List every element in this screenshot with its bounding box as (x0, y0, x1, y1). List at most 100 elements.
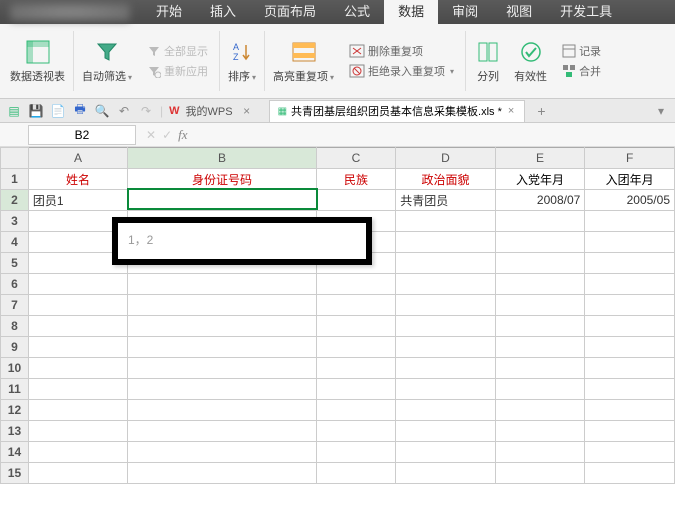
print-icon[interactable]: 🖶 (72, 103, 88, 119)
cell-C1[interactable]: 民族 (316, 169, 395, 190)
tab-view[interactable]: 视图 (492, 0, 546, 24)
cell-F9[interactable] (585, 337, 675, 358)
save-icon[interactable]: 💾 (28, 103, 44, 119)
tab-list-icon[interactable]: ▾ (653, 103, 669, 119)
document-tab[interactable]: ▦ 共青团基层组织团员基本信息采集模板.xls * × (269, 100, 526, 122)
cell-F3[interactable] (585, 211, 675, 232)
col-header-A[interactable]: A (28, 148, 127, 169)
cell-D1[interactable]: 政治面貌 (396, 169, 495, 190)
autofilter-button[interactable]: 自动筛选 (78, 38, 136, 84)
record-button[interactable]: 记录 (559, 42, 604, 60)
cell-F12[interactable] (585, 400, 675, 421)
row-header-4[interactable]: 4 (1, 232, 29, 253)
row-header-1[interactable]: 1 (1, 169, 29, 190)
cell-D10[interactable] (396, 358, 495, 379)
cell-A12[interactable] (28, 400, 127, 421)
showall-button[interactable]: 全部显示 (144, 42, 211, 60)
my-wps-button[interactable]: 我的WPS (186, 103, 233, 119)
spreadsheet-grid[interactable]: A B C D E F 1 姓名 身份证号码 民族 政治面貌 入党年月 入团年月… (0, 147, 675, 484)
cell-B6[interactable] (128, 274, 317, 295)
cell-C6[interactable] (316, 274, 395, 295)
cell-B10[interactable] (128, 358, 317, 379)
cell-C7[interactable] (316, 295, 395, 316)
cell-D5[interactable] (396, 253, 495, 274)
cancel-icon[interactable]: ✕ (146, 128, 156, 142)
preview-icon[interactable]: 🔍 (94, 103, 110, 119)
cell-D2[interactable]: 共青团员 (396, 190, 495, 211)
col-header-E[interactable]: E (495, 148, 585, 169)
row-header-12[interactable]: 12 (1, 400, 29, 421)
cell-D14[interactable] (396, 442, 495, 463)
cell-B1[interactable]: 身份证号码 (128, 169, 317, 190)
cell-E9[interactable] (495, 337, 585, 358)
tab-data[interactable]: 数据 (384, 0, 438, 24)
cell-D3[interactable] (396, 211, 495, 232)
fx-icon[interactable]: fx (178, 127, 187, 143)
cell-E1[interactable]: 入党年月 (495, 169, 585, 190)
cell-B9[interactable] (128, 337, 317, 358)
cell-F1[interactable]: 入团年月 (585, 169, 675, 190)
cell-D13[interactable] (396, 421, 495, 442)
cell-F13[interactable] (585, 421, 675, 442)
cell-E11[interactable] (495, 379, 585, 400)
cell-A14[interactable] (28, 442, 127, 463)
row-header-7[interactable]: 7 (1, 295, 29, 316)
sort-button[interactable]: AZ 排序 (224, 38, 260, 84)
row-header-13[interactable]: 13 (1, 421, 29, 442)
cell-B11[interactable] (128, 379, 317, 400)
cell-A15[interactable] (28, 463, 127, 484)
cell-F2[interactable]: 2005/05 (585, 190, 675, 211)
cell-C9[interactable] (316, 337, 395, 358)
cell-D7[interactable] (396, 295, 495, 316)
row-header-14[interactable]: 14 (1, 442, 29, 463)
cell-B13[interactable] (128, 421, 317, 442)
tab-formula[interactable]: 公式 (330, 0, 384, 24)
cell-C2[interactable] (316, 190, 395, 211)
undo-icon[interactable]: ↶ (116, 103, 132, 119)
cell-A8[interactable] (28, 316, 127, 337)
cell-B7[interactable] (128, 295, 317, 316)
cell-E12[interactable] (495, 400, 585, 421)
cell-C14[interactable] (316, 442, 395, 463)
cell-E5[interactable] (495, 253, 585, 274)
cell-F7[interactable] (585, 295, 675, 316)
cell-F8[interactable] (585, 316, 675, 337)
cell-F5[interactable] (585, 253, 675, 274)
redo-icon[interactable]: ↷ (138, 103, 154, 119)
pivot-button[interactable]: 数据透视表 (6, 38, 69, 84)
cell-C13[interactable] (316, 421, 395, 442)
saveas-icon[interactable]: 📄 (50, 103, 66, 119)
tab-dev[interactable]: 开发工具 (546, 0, 626, 24)
cell-E15[interactable] (495, 463, 585, 484)
cell-D12[interactable] (396, 400, 495, 421)
col-header-D[interactable]: D (396, 148, 495, 169)
cell-A6[interactable] (28, 274, 127, 295)
cell-A11[interactable] (28, 379, 127, 400)
cell-C11[interactable] (316, 379, 395, 400)
name-box[interactable] (28, 125, 136, 145)
tab-start[interactable]: 开始 (142, 0, 196, 24)
cell-E8[interactable] (495, 316, 585, 337)
cell-B8[interactable] (128, 316, 317, 337)
new-icon[interactable]: ▤ (6, 103, 22, 119)
tab-layout[interactable]: 页面布局 (250, 0, 330, 24)
row-header-11[interactable]: 11 (1, 379, 29, 400)
texttocols-button[interactable]: 分列 (470, 38, 506, 84)
cell-B2[interactable] (128, 190, 317, 211)
select-all-corner[interactable] (1, 148, 29, 169)
col-header-C[interactable]: C (316, 148, 395, 169)
cell-A13[interactable] (28, 421, 127, 442)
confirm-icon[interactable]: ✓ (162, 128, 172, 142)
cell-F15[interactable] (585, 463, 675, 484)
cell-E6[interactable] (495, 274, 585, 295)
cell-D6[interactable] (396, 274, 495, 295)
cell-C15[interactable] (316, 463, 395, 484)
consolidate-button[interactable]: 合并 (559, 62, 604, 80)
cell-B12[interactable] (128, 400, 317, 421)
cell-C12[interactable] (316, 400, 395, 421)
remove-dup-button[interactable]: 删除重复项 (346, 42, 457, 60)
reapply-button[interactable]: 重新应用 (144, 62, 211, 80)
cell-A7[interactable] (28, 295, 127, 316)
cell-B15[interactable] (128, 463, 317, 484)
cell-E2[interactable]: 2008/07 (495, 190, 585, 211)
